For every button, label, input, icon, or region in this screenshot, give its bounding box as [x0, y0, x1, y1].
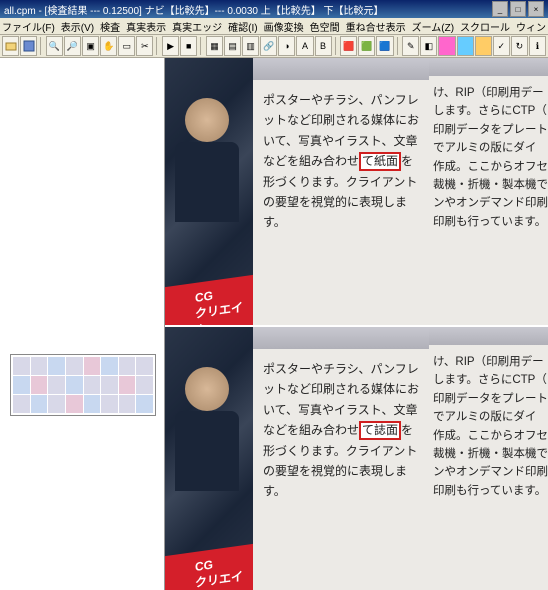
- tool-marker-icon[interactable]: ✎: [402, 36, 419, 56]
- tool-check-icon[interactable]: ✓: [493, 36, 510, 56]
- menu-scroll[interactable]: スクロール: [460, 19, 510, 34]
- tool-stop-icon[interactable]: ■: [180, 36, 197, 56]
- mid-text-top: ポスターやチラシ、パンフレットなど印刷される媒体において、写真やイラスト、文章な…: [253, 58, 429, 325]
- toolbar: 🔍 🔎 ▣ ✋ ▭ ✂ ▶ ■ ▦ ▤ ▥ 🔗 ◑ A B 🟥 🟩 🟦 ✎ ◧ …: [0, 35, 548, 58]
- tool-eraser-icon[interactable]: ◧: [420, 36, 437, 56]
- tool-open-icon[interactable]: [2, 36, 19, 56]
- tool-diff-icon[interactable]: ◑: [278, 36, 295, 56]
- menu-inspect[interactable]: 検査: [100, 19, 120, 34]
- menu-truedisp[interactable]: 真実表示: [126, 19, 166, 34]
- tool-hand-icon[interactable]: ✋: [100, 36, 117, 56]
- tool-grid-icon[interactable]: ▦: [206, 36, 223, 56]
- diff-highlight-top: て紙面: [359, 152, 401, 170]
- thumbnail-overview[interactable]: [10, 354, 156, 416]
- menubar: ファイル(F) 表示(V) 検査 真実表示 真実エッジ 確認(I) 画像変換 色…: [0, 18, 548, 35]
- menu-confirm[interactable]: 確認(I): [228, 19, 257, 34]
- tool-color2-icon[interactable]: [457, 36, 474, 56]
- tool-zoomout-icon[interactable]: 🔎: [64, 36, 81, 56]
- max-button[interactable]: □: [510, 1, 526, 17]
- workspace: CG クリエイター ポスターやチラシ、パンフレットなど印刷される媒体において、写…: [0, 58, 548, 590]
- tool-fit-icon[interactable]: ▣: [82, 36, 99, 56]
- close-button[interactable]: ×: [528, 1, 544, 17]
- right-text-bot: け、RIP（印刷用デー します。さらにCTP（ 印刷データをプレート でアルミの…: [429, 327, 548, 590]
- menu-zoom[interactable]: ズーム(Z): [412, 19, 454, 34]
- right-text-top: け、RIP（印刷用デー します。さらにCTP（ 印刷データをプレート でアルミの…: [429, 58, 548, 325]
- tool-zoomin-icon[interactable]: 🔍: [46, 36, 63, 56]
- tool-green-icon[interactable]: 🟩: [358, 36, 375, 56]
- title-text: all.cpm - [検査結果 --- 0.12500] ナビ【比較先】--- …: [4, 2, 384, 17]
- tool-layer2-icon[interactable]: ▥: [242, 36, 259, 56]
- tool-play-icon[interactable]: ▶: [162, 36, 179, 56]
- tool-info-icon[interactable]: ℹ: [529, 36, 546, 56]
- tool-save-icon[interactable]: [20, 36, 37, 56]
- menu-imgconv[interactable]: 画像変換: [264, 19, 304, 34]
- menu-file[interactable]: ファイル(F): [2, 19, 55, 34]
- tool-refresh-icon[interactable]: ↻: [511, 36, 528, 56]
- diff-highlight-bot: て誌面: [359, 421, 401, 439]
- menu-window[interactable]: ウィンドウ(W): [516, 19, 548, 34]
- tool-blue-icon[interactable]: 🟦: [376, 36, 393, 56]
- menu-colorspace[interactable]: 色空間: [310, 19, 340, 34]
- tool-sync-icon[interactable]: 🔗: [260, 36, 277, 56]
- tool-red-icon[interactable]: 🟥: [340, 36, 357, 56]
- top-panel[interactable]: CG クリエイター ポスターやチラシ、パンフレットなど印刷される媒体において、写…: [165, 58, 548, 325]
- tool-select-icon[interactable]: ▭: [118, 36, 135, 56]
- navigator-pane: [0, 58, 165, 590]
- mid-text-bot: ポスターやチラシ、パンフレットなど印刷される媒体において、写真やイラスト、文章な…: [253, 327, 429, 590]
- bottom-panel[interactable]: CG クリエイター ポスターやチラシ、パンフレットなど印刷される媒体において、写…: [165, 325, 548, 590]
- tool-color1-icon[interactable]: [438, 36, 455, 56]
- menu-overlay[interactable]: 重ね合せ表示: [346, 19, 406, 34]
- tool-layer1-icon[interactable]: ▤: [224, 36, 241, 56]
- titlebar: all.cpm - [検査結果 --- 0.12500] ナビ【比較先】--- …: [0, 0, 548, 18]
- compare-pane: CG クリエイター ポスターやチラシ、パンフレットなど印刷される媒体において、写…: [165, 58, 548, 590]
- tool-b-icon[interactable]: B: [315, 36, 332, 56]
- tool-color3-icon[interactable]: [475, 36, 492, 56]
- min-button[interactable]: _: [492, 1, 508, 17]
- tool-a-icon[interactable]: A: [296, 36, 313, 56]
- menu-trueedge[interactable]: 真実エッジ: [172, 19, 222, 34]
- tool-crop-icon[interactable]: ✂: [136, 36, 153, 56]
- menu-view[interactable]: 表示(V): [61, 19, 94, 34]
